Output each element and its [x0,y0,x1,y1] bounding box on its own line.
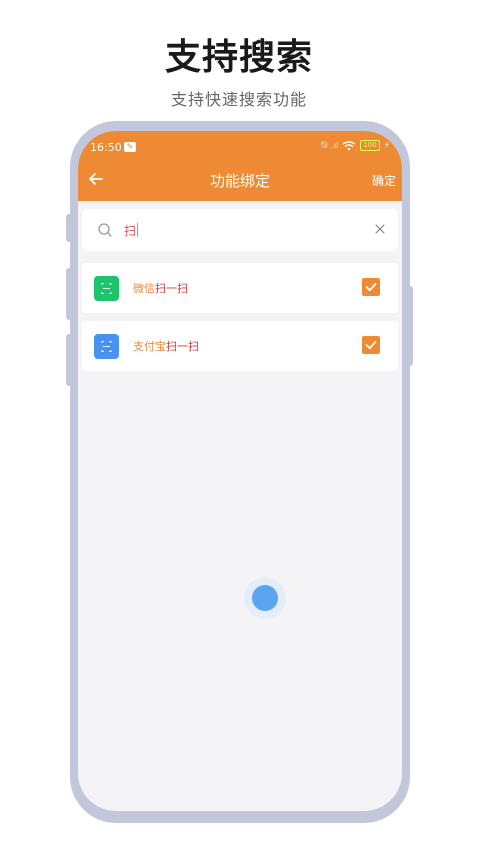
page-title: 功能绑定 [209,172,270,190]
search-input[interactable] [124,220,344,240]
text-caret [137,223,138,237]
battery-icon: 100 [360,140,380,151]
search-icon [98,223,112,237]
checkbox-checked[interactable] [362,278,380,296]
clear-icon[interactable] [372,221,388,237]
item-label: 微信扫一扫 [133,282,188,295]
search-box[interactable] [82,209,398,251]
vibrate-icon: ⍉ [321,140,328,151]
promo-subtitle: 支持快速搜索功能 [170,90,307,109]
status-icons: ⍉ .ıl 100 ⚡ [321,140,390,151]
wechat-scan-icon [94,276,119,301]
list-item[interactable]: 微信扫一扫 [82,263,398,313]
checkbox-checked[interactable] [362,336,380,354]
wrench-icon: ✎ [124,142,136,152]
promo-title: 支持搜索 [164,37,313,78]
signal-icon: .ıl [331,141,339,150]
list-item[interactable]: 支付宝扫一扫 [82,321,398,371]
app-header: 16:50 ✎ ⍉ .ıl 100 ⚡ 功能绑定 确定 [78,131,402,201]
charging-icon: ⚡ [383,140,390,151]
confirm-button[interactable]: 确定 [372,172,396,189]
phone-screen: 16:50 ✎ ⍉ .ıl 100 ⚡ 功能绑定 确定 扫 微信扫一扫 支付宝扫… [78,131,402,811]
alipay-scan-icon [94,334,119,359]
touch-indicator [252,585,278,611]
status-time: 16:50 [90,141,122,154]
wifi-icon [342,140,356,150]
item-label: 支付宝扫一扫 [133,340,199,353]
